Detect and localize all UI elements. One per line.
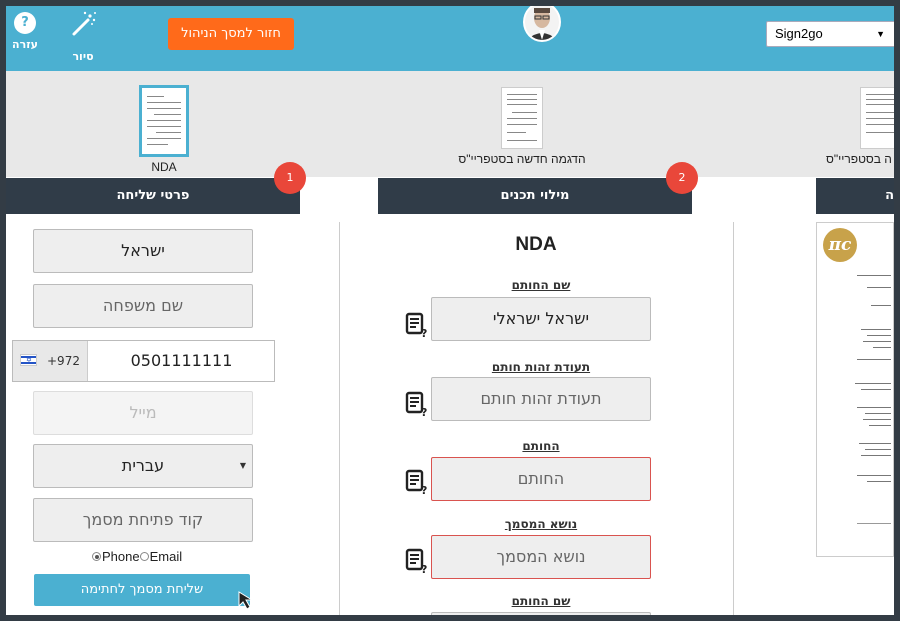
radio-phone[interactable] <box>92 552 101 561</box>
magic-wand-icon <box>72 11 96 36</box>
field-label: שם החותם <box>511 278 571 292</box>
radio-email-label: Email <box>149 549 183 564</box>
template-name: NDA <box>151 160 177 174</box>
signer-name-field[interactable]: ישראל ישראלי <box>431 297 651 341</box>
organization-select-value: Sign2go <box>775 26 823 41</box>
templates-strip: NDA הדגמה חדשה בסטפריי"ס ה בסטפריי"ס <box>6 71 894 177</box>
field-label: החותם <box>522 439 560 453</box>
help-button[interactable]: ? עזרה <box>6 12 44 51</box>
open-code-field[interactable]: קוד פתיחת מסמך <box>33 498 253 542</box>
user-photo-icon <box>527 8 557 40</box>
mouse-pointer-icon <box>238 591 254 610</box>
caret-down-icon: ▼ <box>239 461 246 470</box>
template-card[interactable]: NDA <box>134 85 194 174</box>
email-field[interactable]: מייל <box>33 391 253 435</box>
last-name-field[interactable]: שם משפחה <box>33 284 253 328</box>
divider <box>733 222 734 615</box>
tour-button[interactable]: סיור <box>61 10 105 63</box>
field-note-icon[interactable]: ? <box>404 391 430 417</box>
radio-phone-label: Phone <box>102 549 140 564</box>
svg-text:?: ? <box>421 484 427 495</box>
help-icon: ? <box>14 12 36 34</box>
field-label: שם החותם <box>511 594 571 608</box>
country-field[interactable]: ישראל <box>33 229 253 273</box>
divider <box>339 222 340 615</box>
fill-fields-header: מילוי תכנים <box>378 178 692 214</box>
document-preview[interactable]: πc <box>816 222 894 557</box>
language-value: עברית <box>121 456 165 475</box>
svg-text:?: ? <box>421 563 427 574</box>
back-to-admin-button[interactable]: חזור למסך הניהול <box>168 18 294 50</box>
document-title: NDA <box>515 234 557 255</box>
signer-field[interactable]: החותם <box>431 457 651 501</box>
document-subject-field[interactable]: נושא המסמך <box>431 535 651 579</box>
tour-label: סיור <box>72 50 94 63</box>
field-label: תעודת זהות חותם <box>491 360 591 374</box>
template-thumbnail <box>501 87 543 149</box>
template-name: ה בסטפריי"ס <box>826 152 892 166</box>
phone-number: 0501111111 <box>130 351 233 370</box>
send-for-signature-button[interactable]: שליחת מסמך לחתימה <box>34 574 250 606</box>
template-card[interactable]: הדגמה חדשה בסטפריי"ס <box>452 87 592 166</box>
svg-text:?: ? <box>421 406 427 417</box>
delivery-method-radios: Phone Email <box>92 549 182 564</box>
radio-email[interactable] <box>139 552 149 561</box>
template-card[interactable]: ה בסטפריי"ס <box>826 87 894 166</box>
organization-select[interactable]: Sign2go ▼ <box>766 21 894 47</box>
israel-flag-icon: ✡ <box>20 354 37 366</box>
template-name: הדגמה חדשה בסטפריי"ס <box>458 152 586 166</box>
preview-header: ה <box>816 178 894 214</box>
top-bar: ? עזרה סיור חזור למסך הניהול Sign2go ▼ <box>6 6 894 71</box>
help-label: עזרה <box>12 38 38 51</box>
caret-down-icon: ▼ <box>876 29 885 39</box>
country-code: +972 <box>47 354 80 368</box>
country-code-picker[interactable]: ✡ +972 <box>13 341 88 381</box>
company-logo: πc <box>823 228 857 262</box>
phone-field[interactable]: ✡ +972 0501111111 <box>12 340 275 382</box>
user-avatar[interactable] <box>523 6 561 42</box>
signer-id-field[interactable]: תעודת זהות חותם <box>431 377 651 421</box>
field-label: נושא המסמך <box>504 517 578 531</box>
step-badge-1: 1 <box>274 162 306 194</box>
step-badge-2: 2 <box>666 162 698 194</box>
field-note-icon[interactable]: ? <box>404 548 430 574</box>
language-select[interactable]: עברית ▼ <box>33 444 253 488</box>
field-note-icon[interactable]: ? <box>404 469 430 495</box>
template-thumbnail <box>139 85 189 157</box>
template-thumbnail <box>860 87 894 149</box>
field-note-icon[interactable]: ? <box>404 312 430 338</box>
app-frame: ? עזרה סיור חזור למסך הניהול Sign2go ▼ N… <box>6 6 894 615</box>
signer-name-field-2[interactable] <box>431 612 651 615</box>
svg-text:?: ? <box>421 327 427 338</box>
send-details-header: פרטי שליחה <box>6 178 300 214</box>
